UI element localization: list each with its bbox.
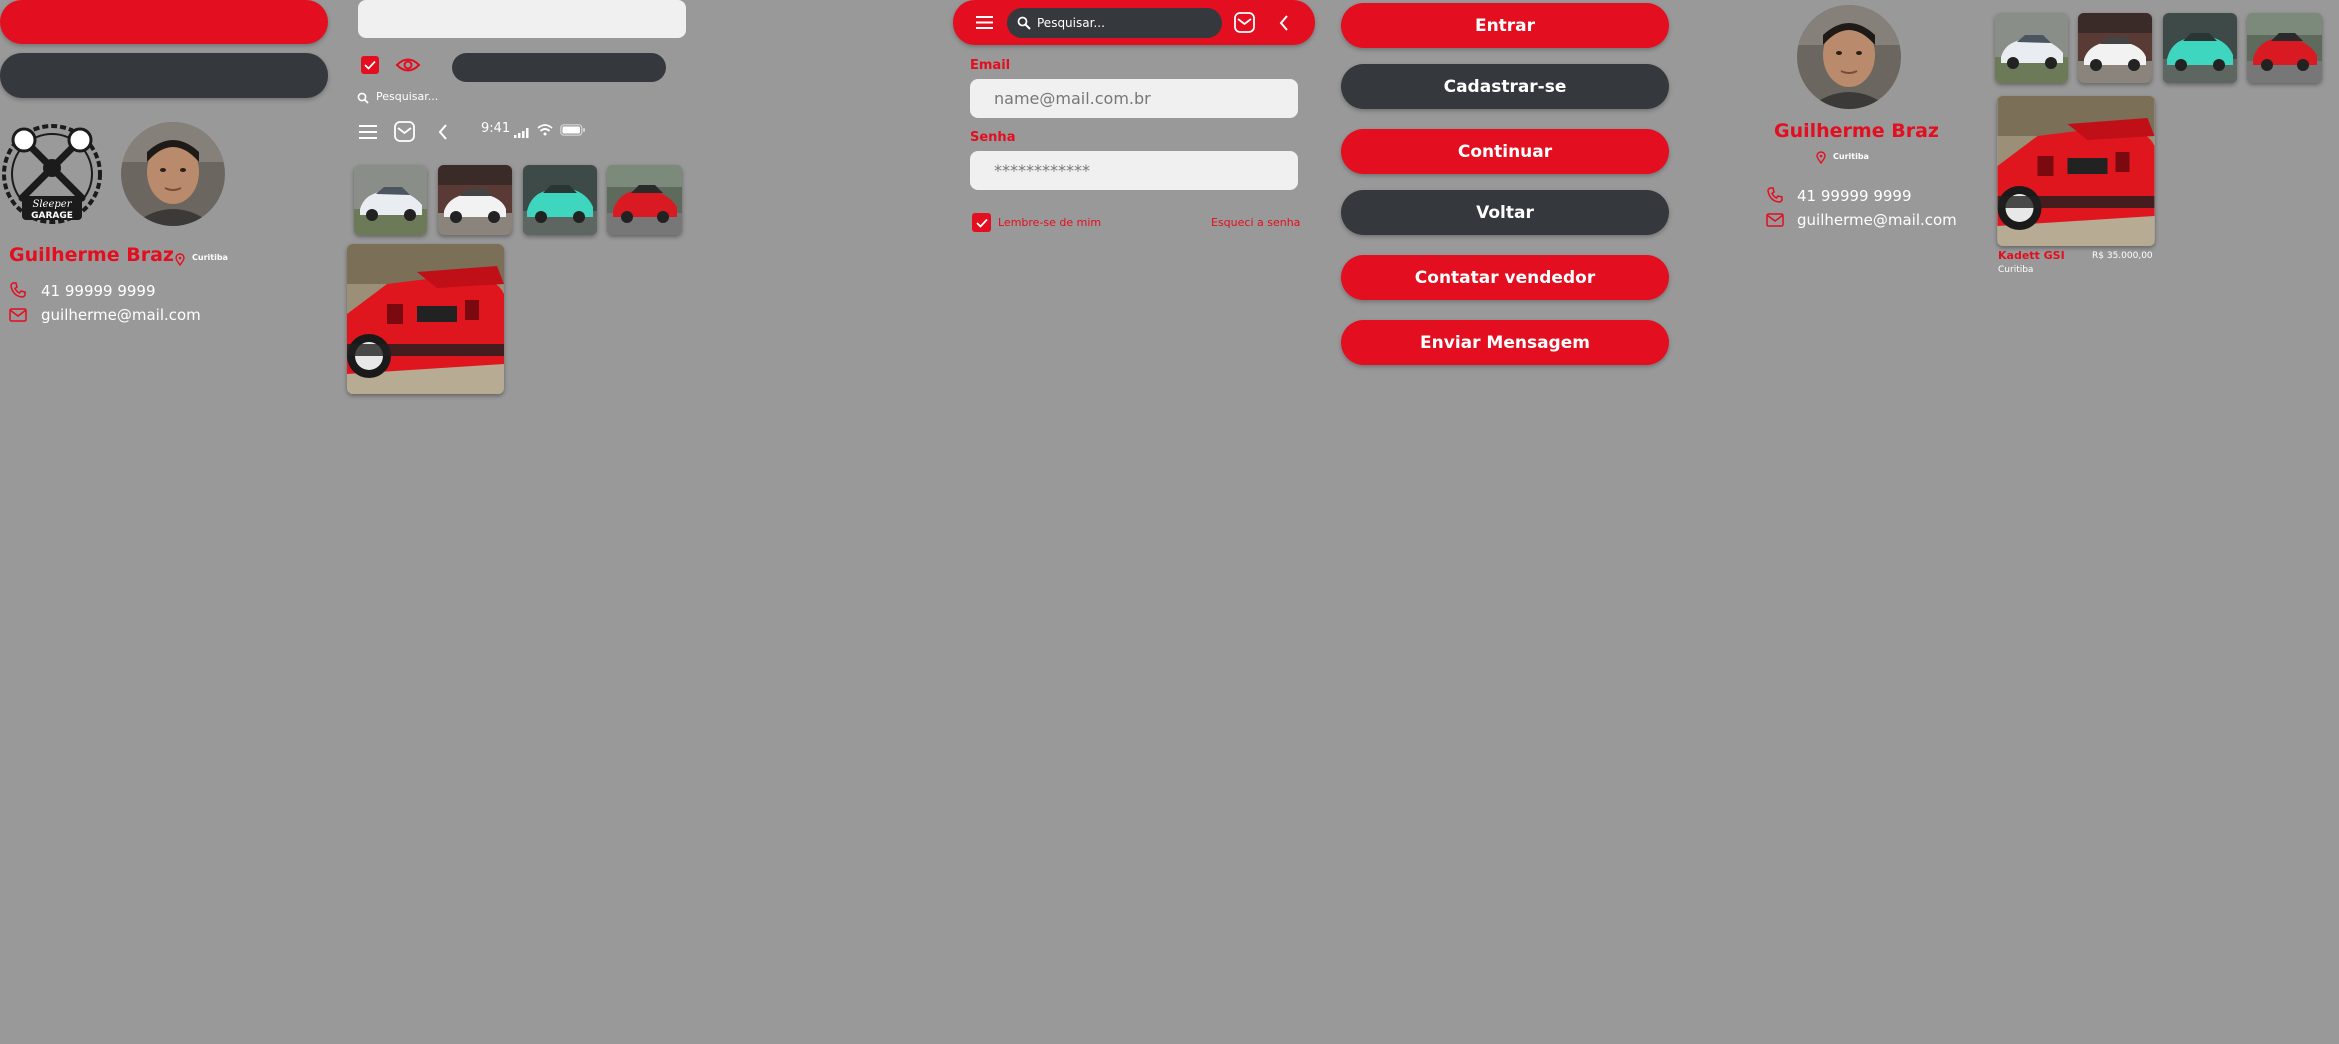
car-photo-large[interactable] bbox=[347, 244, 504, 394]
profile-phone[interactable]: 41 99999 9999 bbox=[41, 282, 156, 300]
email-field[interactable]: name@mail.com.br bbox=[970, 79, 1298, 118]
profile-phone[interactable]: 41 99999 9999 bbox=[1797, 187, 1912, 205]
dark-bar[interactable] bbox=[0, 53, 328, 98]
car-thumbnail-4[interactable] bbox=[2247, 13, 2322, 83]
car-thumbnail-1[interactable] bbox=[1995, 13, 2068, 83]
voltar-button[interactable]: Voltar bbox=[1341, 190, 1669, 235]
car-thumbnail-2[interactable] bbox=[2078, 13, 2152, 83]
car-thumbnail-3[interactable] bbox=[523, 165, 597, 235]
email-label: Email bbox=[970, 58, 1011, 73]
listing-title[interactable]: Kadett GSI bbox=[1998, 249, 2065, 262]
continuar-button[interactable]: Continuar bbox=[1341, 129, 1669, 174]
profile-name: Guilherme Braz bbox=[1774, 120, 1939, 142]
text-input[interactable] bbox=[358, 0, 686, 38]
mail-icon[interactable] bbox=[394, 121, 415, 142]
wifi-icon bbox=[537, 121, 553, 136]
phone-icon bbox=[9, 281, 27, 299]
entrar-button[interactable]: Entrar bbox=[1341, 3, 1669, 48]
contatar-vendedor-button[interactable]: Contatar vendedor bbox=[1341, 255, 1669, 300]
listing-photo[interactable] bbox=[1997, 96, 2155, 246]
status-time: 9:41 bbox=[481, 121, 511, 136]
car-thumbnail-3[interactable] bbox=[2163, 13, 2237, 83]
menu-icon[interactable] bbox=[975, 15, 994, 30]
remember-checkbox[interactable] bbox=[972, 213, 991, 232]
check-icon bbox=[975, 218, 988, 228]
phone-icon bbox=[1766, 186, 1784, 204]
red-bar[interactable] bbox=[0, 0, 328, 44]
location-pin-icon bbox=[174, 251, 186, 267]
remember-label[interactable]: Lembre-se de mim bbox=[998, 216, 1101, 229]
listing-price: R$ 35.000,00 bbox=[2092, 251, 2153, 261]
car-thumbnail-2[interactable] bbox=[438, 165, 512, 235]
car-thumbnail-4[interactable] bbox=[607, 165, 682, 235]
location-pin-icon bbox=[1815, 149, 1827, 165]
profile-city: Curitiba bbox=[1833, 152, 1869, 161]
profile-email[interactable]: guilherme@mail.com bbox=[41, 306, 201, 324]
sleeper-garage-logo: Sleeper GARAGE bbox=[0, 118, 104, 228]
battery-icon bbox=[560, 121, 586, 136]
enviar-mensagem-button[interactable]: Enviar Mensagem bbox=[1341, 320, 1669, 365]
search-icon bbox=[357, 89, 369, 104]
search-placeholder[interactable]: Pesquisar... bbox=[376, 90, 438, 103]
header-search-input[interactable]: Pesquisar... bbox=[1007, 8, 1222, 38]
checkbox-checked[interactable] bbox=[361, 56, 379, 74]
avatar bbox=[1797, 5, 1901, 109]
profile-city: Curitiba bbox=[192, 253, 228, 262]
check-icon bbox=[364, 60, 376, 70]
search-icon bbox=[1017, 16, 1031, 30]
back-icon[interactable] bbox=[1278, 14, 1290, 32]
profile-name: Guilherme Braz bbox=[9, 244, 174, 266]
mail-icon bbox=[9, 307, 27, 322]
forgot-password-link[interactable]: Esqueci a senha bbox=[1211, 216, 1300, 229]
mail-icon[interactable] bbox=[1234, 12, 1255, 33]
logo-line-2: GARAGE bbox=[31, 211, 73, 221]
cadastrar-button[interactable]: Cadastrar-se bbox=[1341, 64, 1669, 109]
logo-line-1: Sleeper bbox=[33, 199, 73, 210]
signal-icon bbox=[514, 123, 530, 138]
profile-email[interactable]: guilherme@mail.com bbox=[1797, 211, 1957, 229]
password-field[interactable]: ************ bbox=[970, 151, 1298, 190]
back-icon[interactable] bbox=[437, 123, 449, 141]
listing-city: Curitiba bbox=[1998, 265, 2034, 275]
menu-icon[interactable] bbox=[358, 124, 378, 140]
dark-pill[interactable] bbox=[452, 53, 666, 82]
password-label: Senha bbox=[970, 130, 1016, 145]
mail-icon bbox=[1766, 212, 1784, 227]
car-thumbnail-1[interactable] bbox=[354, 165, 427, 235]
header-search-placeholder: Pesquisar... bbox=[1037, 16, 1105, 30]
avatar bbox=[121, 122, 225, 226]
eye-icon[interactable] bbox=[395, 56, 421, 74]
